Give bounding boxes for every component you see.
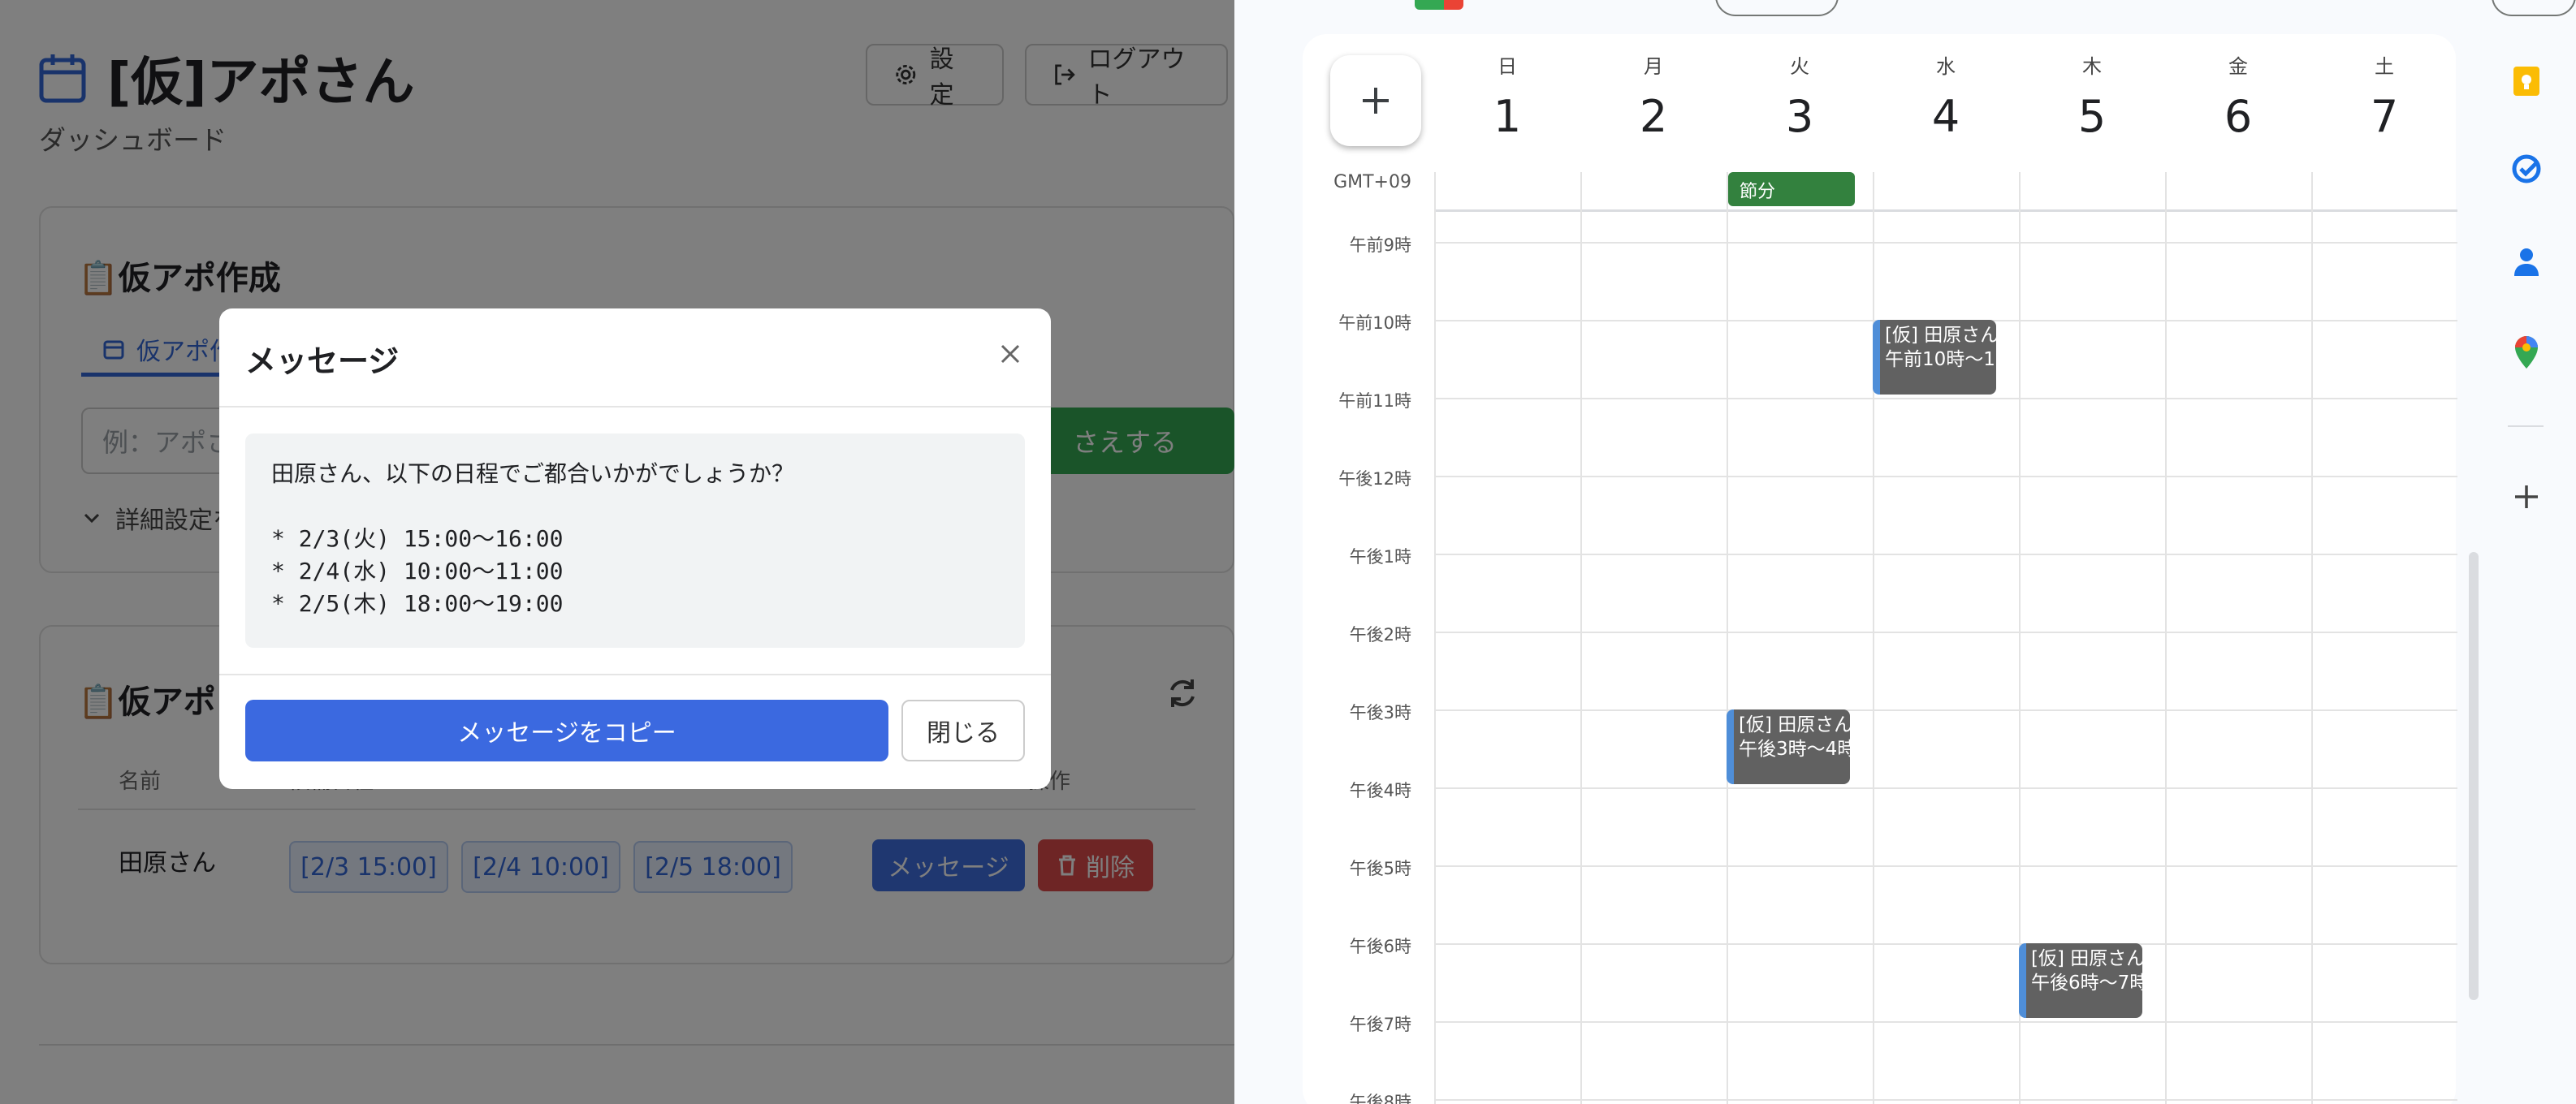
day-of-week: 火 bbox=[1790, 55, 1809, 78]
day-column-divider bbox=[1580, 172, 1582, 1104]
timezone-label: GMT+09 bbox=[1333, 172, 1411, 192]
hour-label: 午前10時 bbox=[1338, 313, 1411, 333]
plus-icon bbox=[1363, 88, 1389, 114]
event-time: 午後3時〜4時 bbox=[1739, 739, 1850, 760]
hour-label: 午後12時 bbox=[1338, 469, 1411, 489]
day-column-divider bbox=[1434, 172, 1436, 1104]
hour-label: 午後1時 bbox=[1349, 547, 1411, 567]
hour-line bbox=[1434, 943, 2457, 945]
contacts-icon[interactable] bbox=[2509, 244, 2544, 279]
dialog-header: メッセージ bbox=[219, 308, 1051, 408]
hour-label: 午後6時 bbox=[1349, 937, 1411, 956]
hour-line bbox=[1434, 632, 2457, 633]
hour-line bbox=[1434, 709, 2457, 711]
app-panel: [仮]アポさん ダッシュボード 設定 ログアウト 📋仮アポ作成 仮アポ作 例：ア… bbox=[0, 0, 1234, 1104]
close-label: 閉じる bbox=[927, 719, 1000, 748]
side-divider bbox=[2508, 425, 2544, 427]
day-column-divider bbox=[2311, 172, 2313, 1104]
day-column-divider bbox=[1727, 172, 1728, 1104]
side-panel bbox=[2479, 0, 2576, 1104]
close-button[interactable] bbox=[997, 341, 1023, 370]
today-button-fragment[interactable] bbox=[1715, 0, 1839, 16]
keep-icon[interactable] bbox=[2509, 63, 2544, 99]
event-block[interactable]: [仮] 田原さん 午後3時〜4時 bbox=[1727, 709, 1850, 784]
hour-line bbox=[1434, 787, 2457, 789]
event-block[interactable]: [仮] 田原さん 午後6時〜7時 bbox=[2019, 943, 2142, 1018]
day-number[interactable]: 6 bbox=[2165, 91, 2311, 142]
event-time: 午前10時〜11時 bbox=[1885, 349, 1996, 370]
hour-line bbox=[1434, 1099, 2457, 1101]
event-time: 午後6時〜7時 bbox=[2031, 972, 2142, 994]
event-title: [仮] 田原さん bbox=[1739, 714, 1850, 735]
add-icon[interactable] bbox=[2509, 479, 2544, 515]
hour-line bbox=[1434, 554, 2457, 555]
hour-line bbox=[1434, 242, 2457, 244]
hour-label: 午後2時 bbox=[1349, 625, 1411, 645]
event-title: [仮] 田原さん bbox=[1885, 325, 1996, 346]
hour-line bbox=[1434, 398, 2457, 399]
day-of-week: 土 bbox=[2375, 55, 2394, 78]
dialog-title: メッセージ bbox=[245, 343, 400, 379]
hour-label: 午前9時 bbox=[1349, 235, 1411, 255]
message-dialog: メッセージ 田原さん、以下の日程でご都合いかがでしょうか？ * 2/3(火) 1… bbox=[219, 308, 1051, 789]
hour-label: 午前11時 bbox=[1338, 391, 1411, 411]
day-column-divider bbox=[2165, 172, 2167, 1104]
day-column-divider bbox=[1873, 172, 1874, 1104]
hour-line bbox=[1434, 1021, 2457, 1023]
event-block[interactable]: [仮] 田原さん 午前10時〜11時 bbox=[1873, 320, 1996, 395]
day-number[interactable]: 3 bbox=[1727, 91, 1873, 142]
day-of-week: 木 bbox=[2082, 55, 2102, 78]
google-calendar: 日 1 月 2 火 3 水 4 木 5 金 6 土 7 GMT+09 午前9時午前10時午前11時午後12… bbox=[1234, 0, 2576, 1104]
close-icon bbox=[1001, 344, 1020, 364]
day-number[interactable]: 2 bbox=[1580, 91, 1727, 142]
day-of-week: 月 bbox=[1644, 55, 1663, 78]
day-number[interactable]: 7 bbox=[2311, 91, 2457, 142]
hour-label: 午後8時 bbox=[1349, 1093, 1411, 1104]
copy-message-button[interactable]: メッセージをコピー bbox=[245, 700, 888, 761]
hour-label: 午後7時 bbox=[1349, 1015, 1411, 1034]
hour-label: 午後4時 bbox=[1349, 781, 1411, 800]
close-dialog-button[interactable]: 閉じる bbox=[901, 700, 1025, 761]
event-title: [仮] 田原さん bbox=[2031, 948, 2142, 969]
hour-line bbox=[1434, 865, 2457, 867]
scrollbar[interactable] bbox=[2469, 552, 2479, 1000]
tasks-icon[interactable] bbox=[2509, 151, 2544, 187]
allday-event-setsubun[interactable]: 節分 bbox=[1728, 172, 1855, 206]
hour-label: 午後5時 bbox=[1349, 859, 1411, 878]
day-of-week: 金 bbox=[2228, 55, 2248, 78]
day-number[interactable]: 5 bbox=[2019, 91, 2165, 142]
hour-label: 午後3時 bbox=[1349, 703, 1411, 722]
maps-icon[interactable] bbox=[2509, 334, 2544, 370]
calendar-logo-fragment bbox=[1415, 0, 1463, 10]
day-number[interactable]: 1 bbox=[1434, 91, 1580, 142]
day-of-week: 日 bbox=[1498, 55, 1517, 78]
hour-line bbox=[1434, 476, 2457, 477]
allday-divider bbox=[1434, 209, 2457, 212]
create-event-button[interactable] bbox=[1330, 55, 1421, 146]
copy-label: メッセージをコピー bbox=[457, 719, 676, 748]
day-number[interactable]: 4 bbox=[1873, 91, 2019, 142]
message-text: 田原さん、以下の日程でご都合いかがでしょうか？ * 2/3(火) 15:00〜1… bbox=[245, 433, 1025, 648]
day-of-week: 水 bbox=[1936, 55, 1956, 78]
